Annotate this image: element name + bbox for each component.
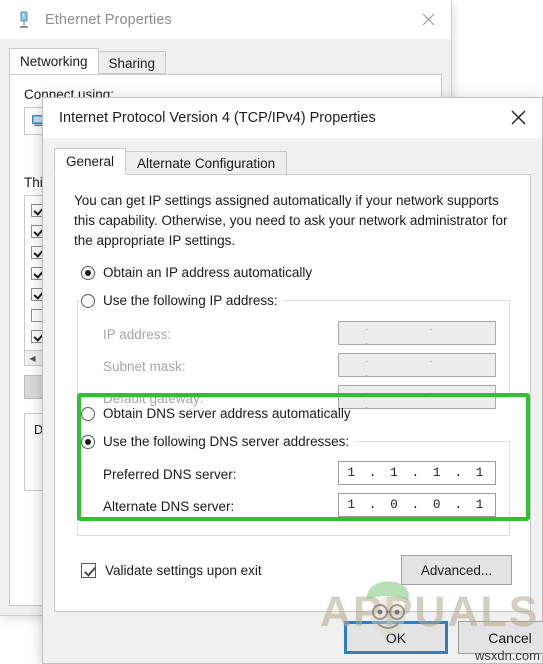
close-icon[interactable] bbox=[405, 0, 451, 38]
intro-text: You can get IP settings assigned automat… bbox=[74, 193, 508, 248]
modal-title: Internet Protocol Version 4 (TCP/IPv4) P… bbox=[59, 110, 376, 126]
radio-icon[interactable] bbox=[81, 434, 95, 449]
ip-address-value: . . . bbox=[365, 319, 463, 347]
ip-address-input[interactable]: . . . bbox=[338, 319, 496, 347]
dns-settings-groupbox bbox=[77, 441, 510, 536]
subnet-mask-input[interactable]: . . . bbox=[338, 351, 496, 379]
validate-settings-checkbox[interactable]: Validate settings upon exit bbox=[81, 563, 262, 578]
radio-use-following-dns[interactable]: Use the following DNS server addresses: bbox=[81, 434, 356, 449]
checkbox-icon[interactable] bbox=[81, 563, 96, 578]
screenshot-root: Ethernet Properties Networking Sharing C… bbox=[0, 0, 543, 664]
radio-label: Obtain DNS server address automatically bbox=[103, 406, 351, 421]
radio-obtain-dns-automatically[interactable]: Obtain DNS server address automatically bbox=[81, 406, 351, 421]
close-icon[interactable] bbox=[494, 98, 542, 137]
general-tabpanel: You can get IP settings assigned automat… bbox=[54, 174, 531, 612]
radio-label: Obtain an IP address automatically bbox=[103, 265, 313, 280]
validate-settings-label: Validate settings upon exit bbox=[105, 563, 262, 578]
ethernet-titlebar: Ethernet Properties bbox=[0, 0, 451, 39]
tab-general[interactable]: General bbox=[54, 148, 127, 175]
preferred-dns-label: Preferred DNS server: bbox=[103, 467, 237, 482]
alternate-dns-value: 1 . 0 . 0 . 1 bbox=[347, 498, 487, 512]
radio-obtain-ip-automatically[interactable]: Obtain an IP address automatically bbox=[81, 265, 312, 280]
tab-sharing[interactable]: Sharing bbox=[97, 51, 167, 74]
network-plug-icon bbox=[16, 11, 32, 29]
radio-icon[interactable] bbox=[81, 406, 95, 421]
default-gateway-label: Default gateway: bbox=[103, 391, 204, 406]
modal-body: General Alternate Configuration You can … bbox=[43, 138, 543, 663]
tab-alternate-configuration[interactable]: Alternate Configuration bbox=[125, 151, 288, 175]
ok-button[interactable]: OK bbox=[344, 621, 448, 654]
ethernet-tablist: Networking Sharing bbox=[9, 48, 167, 74]
tcpip4-properties-dialog: Internet Protocol Version 4 (TCP/IPv4) P… bbox=[42, 97, 543, 664]
alternate-dns-label: Alternate DNS server: bbox=[103, 499, 235, 514]
advanced-button[interactable]: Advanced... bbox=[401, 555, 512, 585]
scroll-left-icon[interactable]: ◀ bbox=[25, 352, 40, 365]
ip-address-label: IP address: bbox=[103, 327, 172, 342]
alternate-dns-input[interactable]: 1 . 0 . 0 . 1 bbox=[338, 493, 496, 517]
subnet-mask-value: . . . bbox=[365, 351, 463, 379]
modal-tablist: General Alternate Configuration bbox=[54, 148, 288, 175]
modal-titlebar: Internet Protocol Version 4 (TCP/IPv4) P… bbox=[43, 98, 542, 138]
radio-use-following-ip[interactable]: Use the following IP address: bbox=[81, 293, 284, 308]
source-domain-text: wsxdn.com bbox=[474, 648, 540, 663]
ethernet-window-title: Ethernet Properties bbox=[45, 11, 172, 28]
tab-networking[interactable]: Networking bbox=[9, 48, 99, 74]
radio-icon[interactable] bbox=[81, 265, 95, 280]
radio-label: Use the following DNS server addresses: bbox=[103, 434, 350, 449]
preferred-dns-value: 1 . 1 . 1 . 1 bbox=[347, 466, 487, 480]
radio-icon[interactable] bbox=[81, 293, 95, 308]
preferred-dns-input[interactable]: 1 . 1 . 1 . 1 bbox=[338, 461, 496, 485]
default-gateway-value: . . . bbox=[365, 383, 463, 411]
default-gateway-input[interactable]: . . . bbox=[338, 383, 496, 411]
subnet-mask-label: Subnet mask: bbox=[103, 359, 186, 374]
radio-label: Use the following IP address: bbox=[103, 293, 278, 308]
